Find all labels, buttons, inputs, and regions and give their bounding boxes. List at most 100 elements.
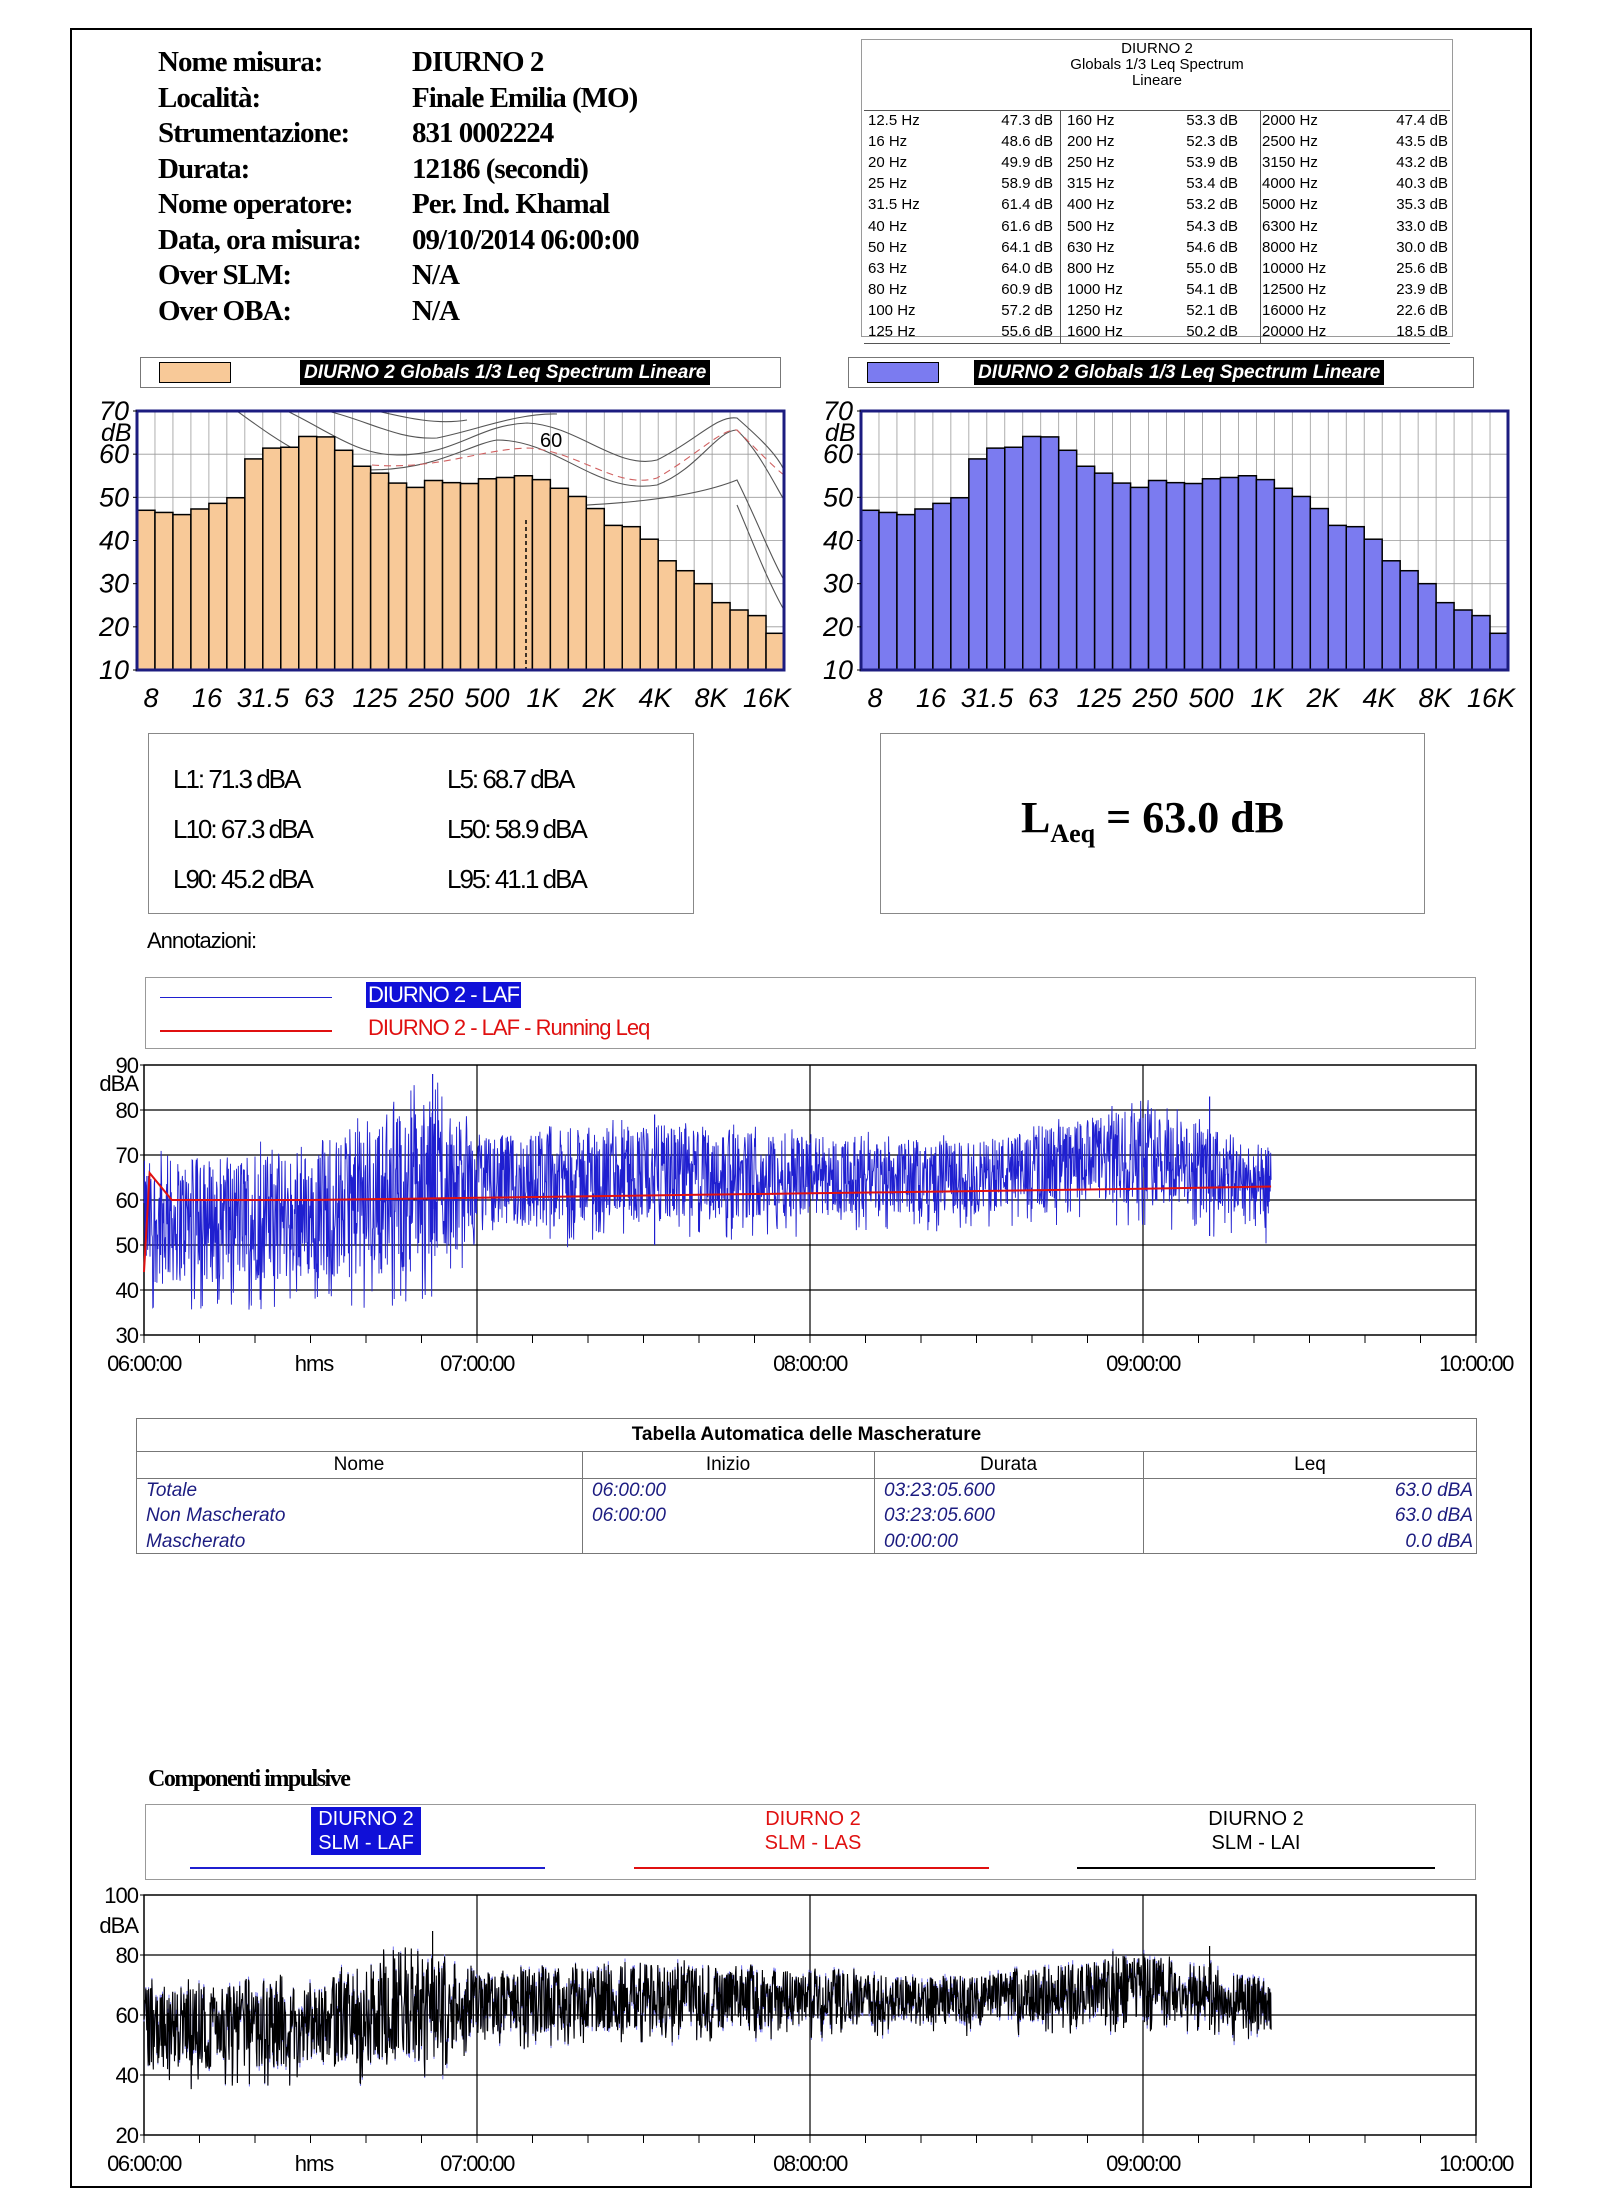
x-tick-label: 8K (694, 683, 728, 713)
spectrum-bar (1381, 560, 1401, 671)
spectrum-bar (950, 497, 970, 671)
spectrum-bar (1183, 482, 1204, 671)
spectrum-bar (136, 509, 156, 671)
y-tick-label: 60 (116, 2003, 139, 2028)
contour-line (326, 410, 558, 439)
x-tick-label: 8 (867, 683, 882, 713)
x-tick-label: 500 (1188, 683, 1233, 713)
annotations-label: Annotazioni: (147, 928, 257, 953)
spectrum-bar (244, 458, 264, 671)
x-tick-label: 2K (581, 683, 616, 713)
spectrum-bar (315, 436, 336, 671)
x-tick-label: 4K (1362, 683, 1396, 713)
spectrum-bar (459, 482, 480, 671)
x-axis-unit: hms (295, 1351, 335, 1376)
x-tick-label: 16K (1467, 683, 1516, 713)
spectrum-bar (1201, 478, 1222, 671)
spectrum-bar (387, 482, 408, 671)
x-tick-label: 10:00:00 (1439, 2151, 1514, 2176)
table-cell: 03:23:05.600 (884, 1479, 995, 1501)
x-tick-label: 8 (143, 683, 158, 713)
spectrum-bar (1147, 479, 1168, 671)
spectrum-bar (531, 478, 552, 671)
impulsive-legend: DIURNO 2 SLM - LAF DIURNO 2 SLM - LAS DI… (145, 1804, 1476, 1880)
spectrum-bar (1111, 482, 1132, 671)
spectrum-bar (1255, 478, 1276, 671)
x-tick-label: 07:00:00 (440, 1351, 515, 1376)
spectrum-bar (262, 447, 282, 671)
spectrum-bar (1399, 569, 1419, 671)
y-tick-label: 70 (116, 1143, 139, 1168)
table-header: Nome (333, 1454, 385, 1475)
x-tick-label: 10:00:00 (1439, 1351, 1514, 1376)
x-tick-label: 09:00:00 (1106, 1351, 1181, 1376)
x-tick-label: 500 (464, 683, 509, 713)
laeq-box: LAeq = 63.0 dB (880, 733, 1425, 914)
contour-line (736, 504, 785, 611)
table-header: Leq (1294, 1454, 1326, 1475)
spectrum-bar (1237, 475, 1258, 671)
spectrum-bar (932, 502, 952, 671)
y-tick-label: 40 (99, 526, 129, 556)
time-plot: 30405060708090dBA06:00:00 07:00:00 08:00:0… (99, 1053, 1515, 1376)
spectrum-bar (1489, 632, 1509, 671)
x-tick-label: 16K (743, 683, 792, 713)
table-cell: Totale (146, 1479, 198, 1501)
y-tick-label: 50 (823, 482, 853, 512)
spectrum-bar (1471, 614, 1491, 671)
table-cell: 0.0 dBA (1405, 1530, 1473, 1552)
spectrum-bar (765, 632, 785, 671)
legend-line-slm-las (634, 1867, 989, 1869)
legend-label-slm-laf: DIURNO 2 SLM - LAF (311, 1807, 421, 1855)
x-tick-label: 07:00:00 (440, 2151, 515, 2176)
spectrum-bar (1093, 472, 1114, 671)
spectrum-bar (1327, 524, 1348, 671)
spectrum-bar (1435, 601, 1455, 671)
table-header: Inizio (705, 1454, 751, 1475)
spectrum-bar (351, 465, 372, 671)
table-cell: 63.0 dBA (1394, 1479, 1473, 1501)
legend-line-slm-laf (190, 1867, 545, 1869)
spectrum-bar (585, 507, 606, 671)
y-tick-label: 40 (116, 2063, 139, 2088)
table-cell: Mascherato (146, 1530, 246, 1552)
y-axis-label: dB (101, 419, 132, 447)
x-tick-label: 1K (1250, 683, 1284, 713)
stat-l1: L1: 71.3 dBA (173, 764, 301, 794)
spectrum-bar (639, 538, 659, 671)
spectrum-bar (441, 481, 462, 671)
time-history-legend: DIURNO 2 - LAF DIURNO 2 - LAF - Running … (145, 977, 1476, 1049)
spectrum-plot: 6010203040506070dB8 16 31.5 63 125 250 500 1K 2K… (98, 396, 792, 713)
legend-line-running-leq (160, 1030, 332, 1032)
spectrum-bar (1165, 481, 1186, 671)
stat-l5: L5: 68.7 dBA (447, 764, 575, 794)
stat-l90: L90: 45.2 dBA (173, 864, 314, 894)
spectrum-bar (1057, 449, 1078, 671)
percentile-levels-box: L1: 71.3 dBA L5: 68.7 dBA L10: 67.3 dBA … (148, 733, 694, 914)
y-tick-label: 80 (116, 1098, 139, 1123)
spectrum-bar (477, 478, 498, 671)
spectrum-bar (1004, 446, 1024, 671)
spectrum-bar (896, 513, 916, 671)
masking-table-title: Tabella Automatica delle Mascherature (136, 1418, 1477, 1452)
y-tick-label: 30 (823, 569, 853, 599)
x-tick-label: 63 (1028, 683, 1058, 713)
y-tick-label: 30 (116, 1323, 139, 1348)
x-tick-label: 1K (526, 683, 560, 713)
masking-table: Tabella Automatica delle Mascherature No… (136, 1418, 1477, 1554)
y-tick-label: 50 (116, 1233, 139, 1258)
spectrum-bar (747, 614, 767, 671)
y-tick-label: 20 (98, 612, 129, 642)
x-tick-label: 31.5 (961, 683, 1015, 713)
table-cell: 06:00:00 (592, 1505, 666, 1526)
y-tick-label: 50 (99, 482, 129, 512)
spectrum-bar (711, 601, 731, 671)
legend-line-laf (160, 997, 332, 998)
x-tick-label: 06:00:00 (107, 1351, 182, 1376)
y-tick-label: 20 (116, 2123, 139, 2148)
spectrum-bar (513, 475, 534, 671)
spectrum-plot: 10203040506070dB8 16 31.5 63 125 250 500 1K 2K 4K… (822, 396, 1516, 713)
x-tick-label: 16 (192, 683, 223, 713)
legend-label-running-leq: DIURNO 2 - LAF - Running Leq (368, 1015, 650, 1040)
y-axis-label: dB (825, 419, 856, 447)
